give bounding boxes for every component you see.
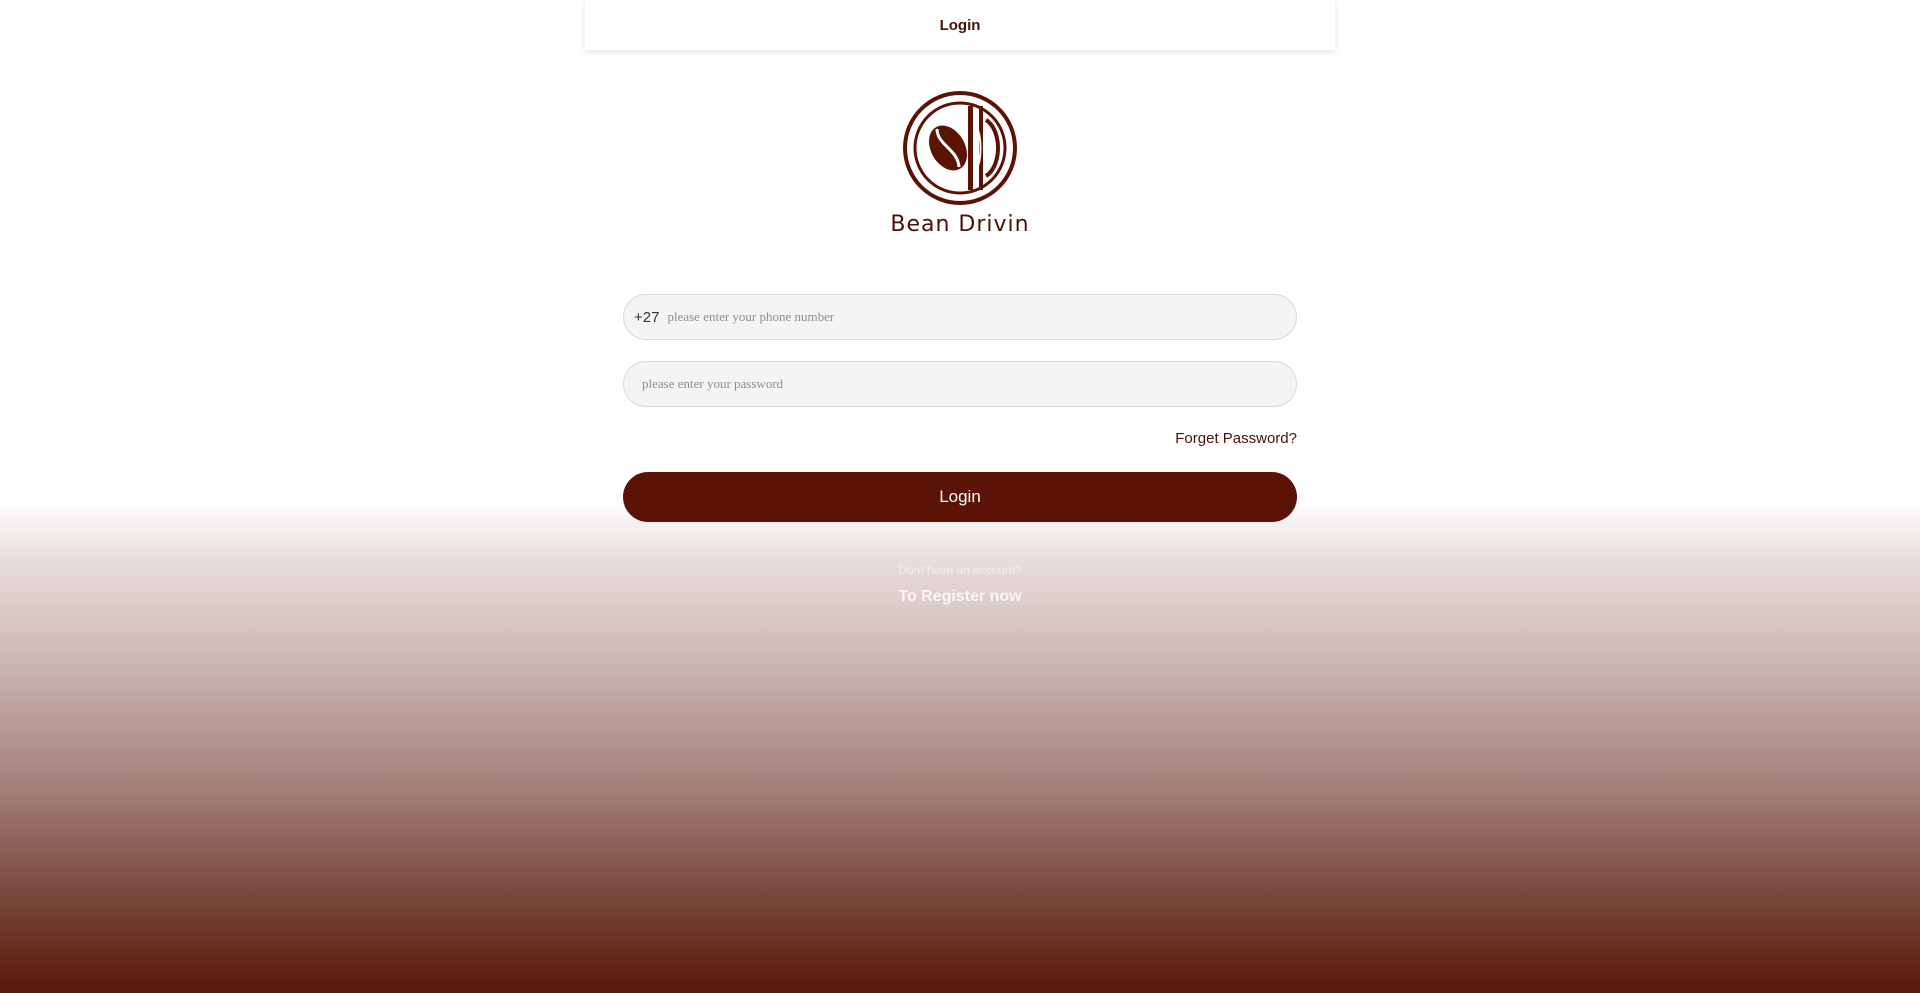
- no-account-text: Dont have an account?: [898, 563, 1022, 577]
- country-code-prefix[interactable]: +27: [634, 309, 659, 326]
- password-field[interactable]: [623, 361, 1297, 407]
- register-link[interactable]: To Register now: [898, 588, 1021, 605]
- brand-name: Bean Drivin: [890, 212, 1030, 237]
- login-button[interactable]: Login: [623, 472, 1297, 522]
- phone-input[interactable]: [665, 294, 1296, 340]
- bean-drivin-logo-icon: [903, 91, 1017, 205]
- top-bar: Login: [585, 0, 1335, 50]
- password-input[interactable]: [640, 361, 1296, 407]
- phone-field[interactable]: +27: [623, 294, 1297, 340]
- brand-logo: Bean Drivin: [890, 90, 1029, 250]
- forgot-password-link[interactable]: Forget Password?: [1175, 430, 1297, 447]
- page-title: Login: [939, 16, 981, 34]
- register-link-row: To Register now: [0, 588, 1920, 606]
